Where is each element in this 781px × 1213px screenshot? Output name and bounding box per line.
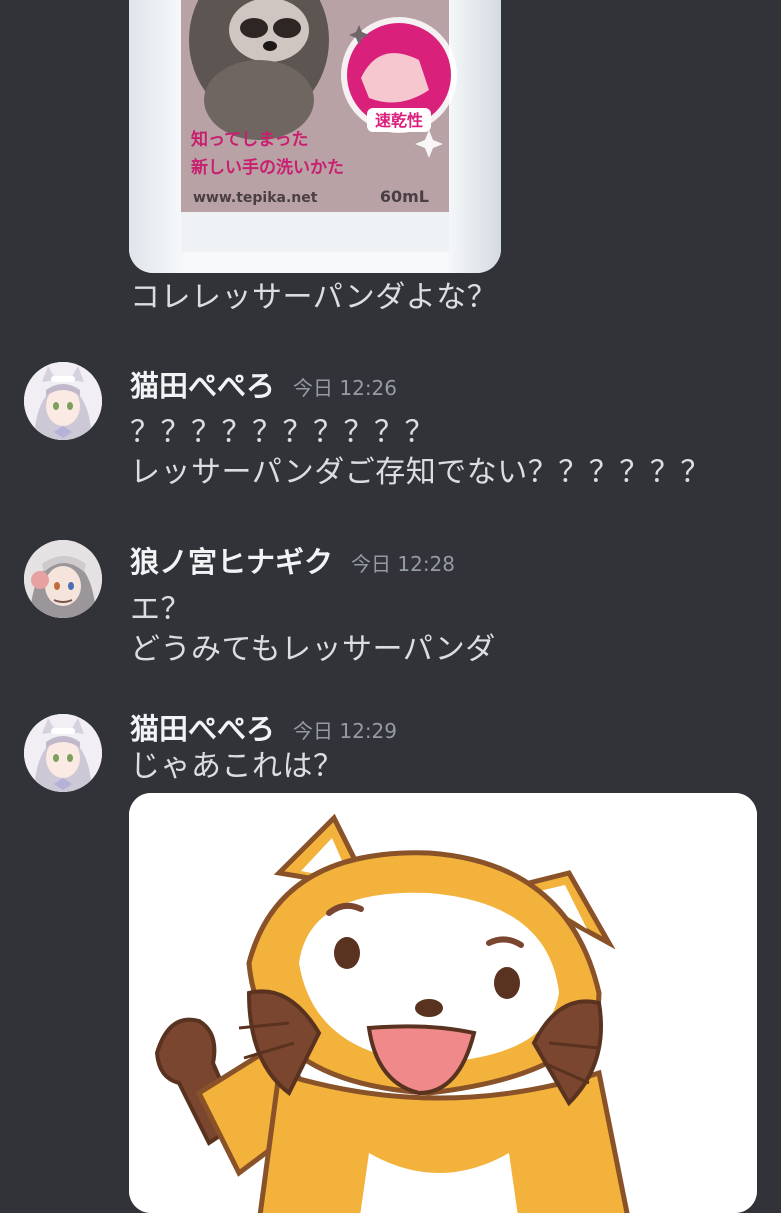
label-volume: 60mL: [380, 187, 429, 206]
message-header: 猫田ぺぺろ 今日 12:29: [130, 711, 397, 749]
label-line-1: 知ってしまった: [190, 129, 308, 150]
message-text: どうみてもレッサーパンダ: [130, 632, 496, 667]
image-attachment-red-panda[interactable]: [129, 793, 757, 1213]
timestamp: 今日 12:28: [351, 552, 456, 576]
timestamp: 今日 12:26: [293, 376, 398, 400]
label-url: www.tepika.net: [193, 190, 318, 206]
chat-message-list: 速乾性 知ってしまった 新しい手の洗いかた www.tepika.net 60m…: [0, 0, 781, 1213]
avatar-wolf-girl-icon: [24, 540, 102, 618]
message-text: じゃあこれは？: [130, 749, 344, 784]
image-attachment-bottle[interactable]: 速乾性 知ってしまった 新しい手の洗いかた www.tepika.net 60m…: [129, 0, 501, 273]
username[interactable]: 猫田ぺぺろ: [130, 369, 275, 403]
red-panda-illustration: [129, 793, 757, 1213]
avatar[interactable]: [24, 362, 102, 440]
badge-text: 速乾性: [375, 111, 423, 130]
avatar-cat-maid-icon: [24, 714, 102, 792]
username[interactable]: 猫田ぺぺろ: [130, 712, 275, 746]
bottle-photo: 速乾性 知ってしまった 新しい手の洗いかた www.tepika.net 60m…: [129, 0, 501, 273]
message-text: ？？？？？？？？？？: [130, 415, 435, 450]
avatar[interactable]: [24, 714, 102, 792]
message-text: レッサーパンダご存知でない？？？？？？: [130, 455, 711, 490]
username[interactable]: 狼ノ宮ヒナギク: [130, 545, 333, 579]
label-line-2: 新しい手の洗いかた: [191, 157, 344, 178]
avatar[interactable]: [24, 540, 102, 618]
timestamp: 今日 12:29: [293, 719, 398, 743]
message-header: 狼ノ宮ヒナギク 今日 12:28: [130, 544, 455, 582]
message-header: 猫田ぺぺろ 今日 12:26: [130, 368, 397, 406]
avatar-cat-maid-icon: [24, 362, 102, 440]
message-text: エ？: [130, 592, 191, 627]
message-text: コレレッサーパンダよな？: [130, 280, 498, 315]
